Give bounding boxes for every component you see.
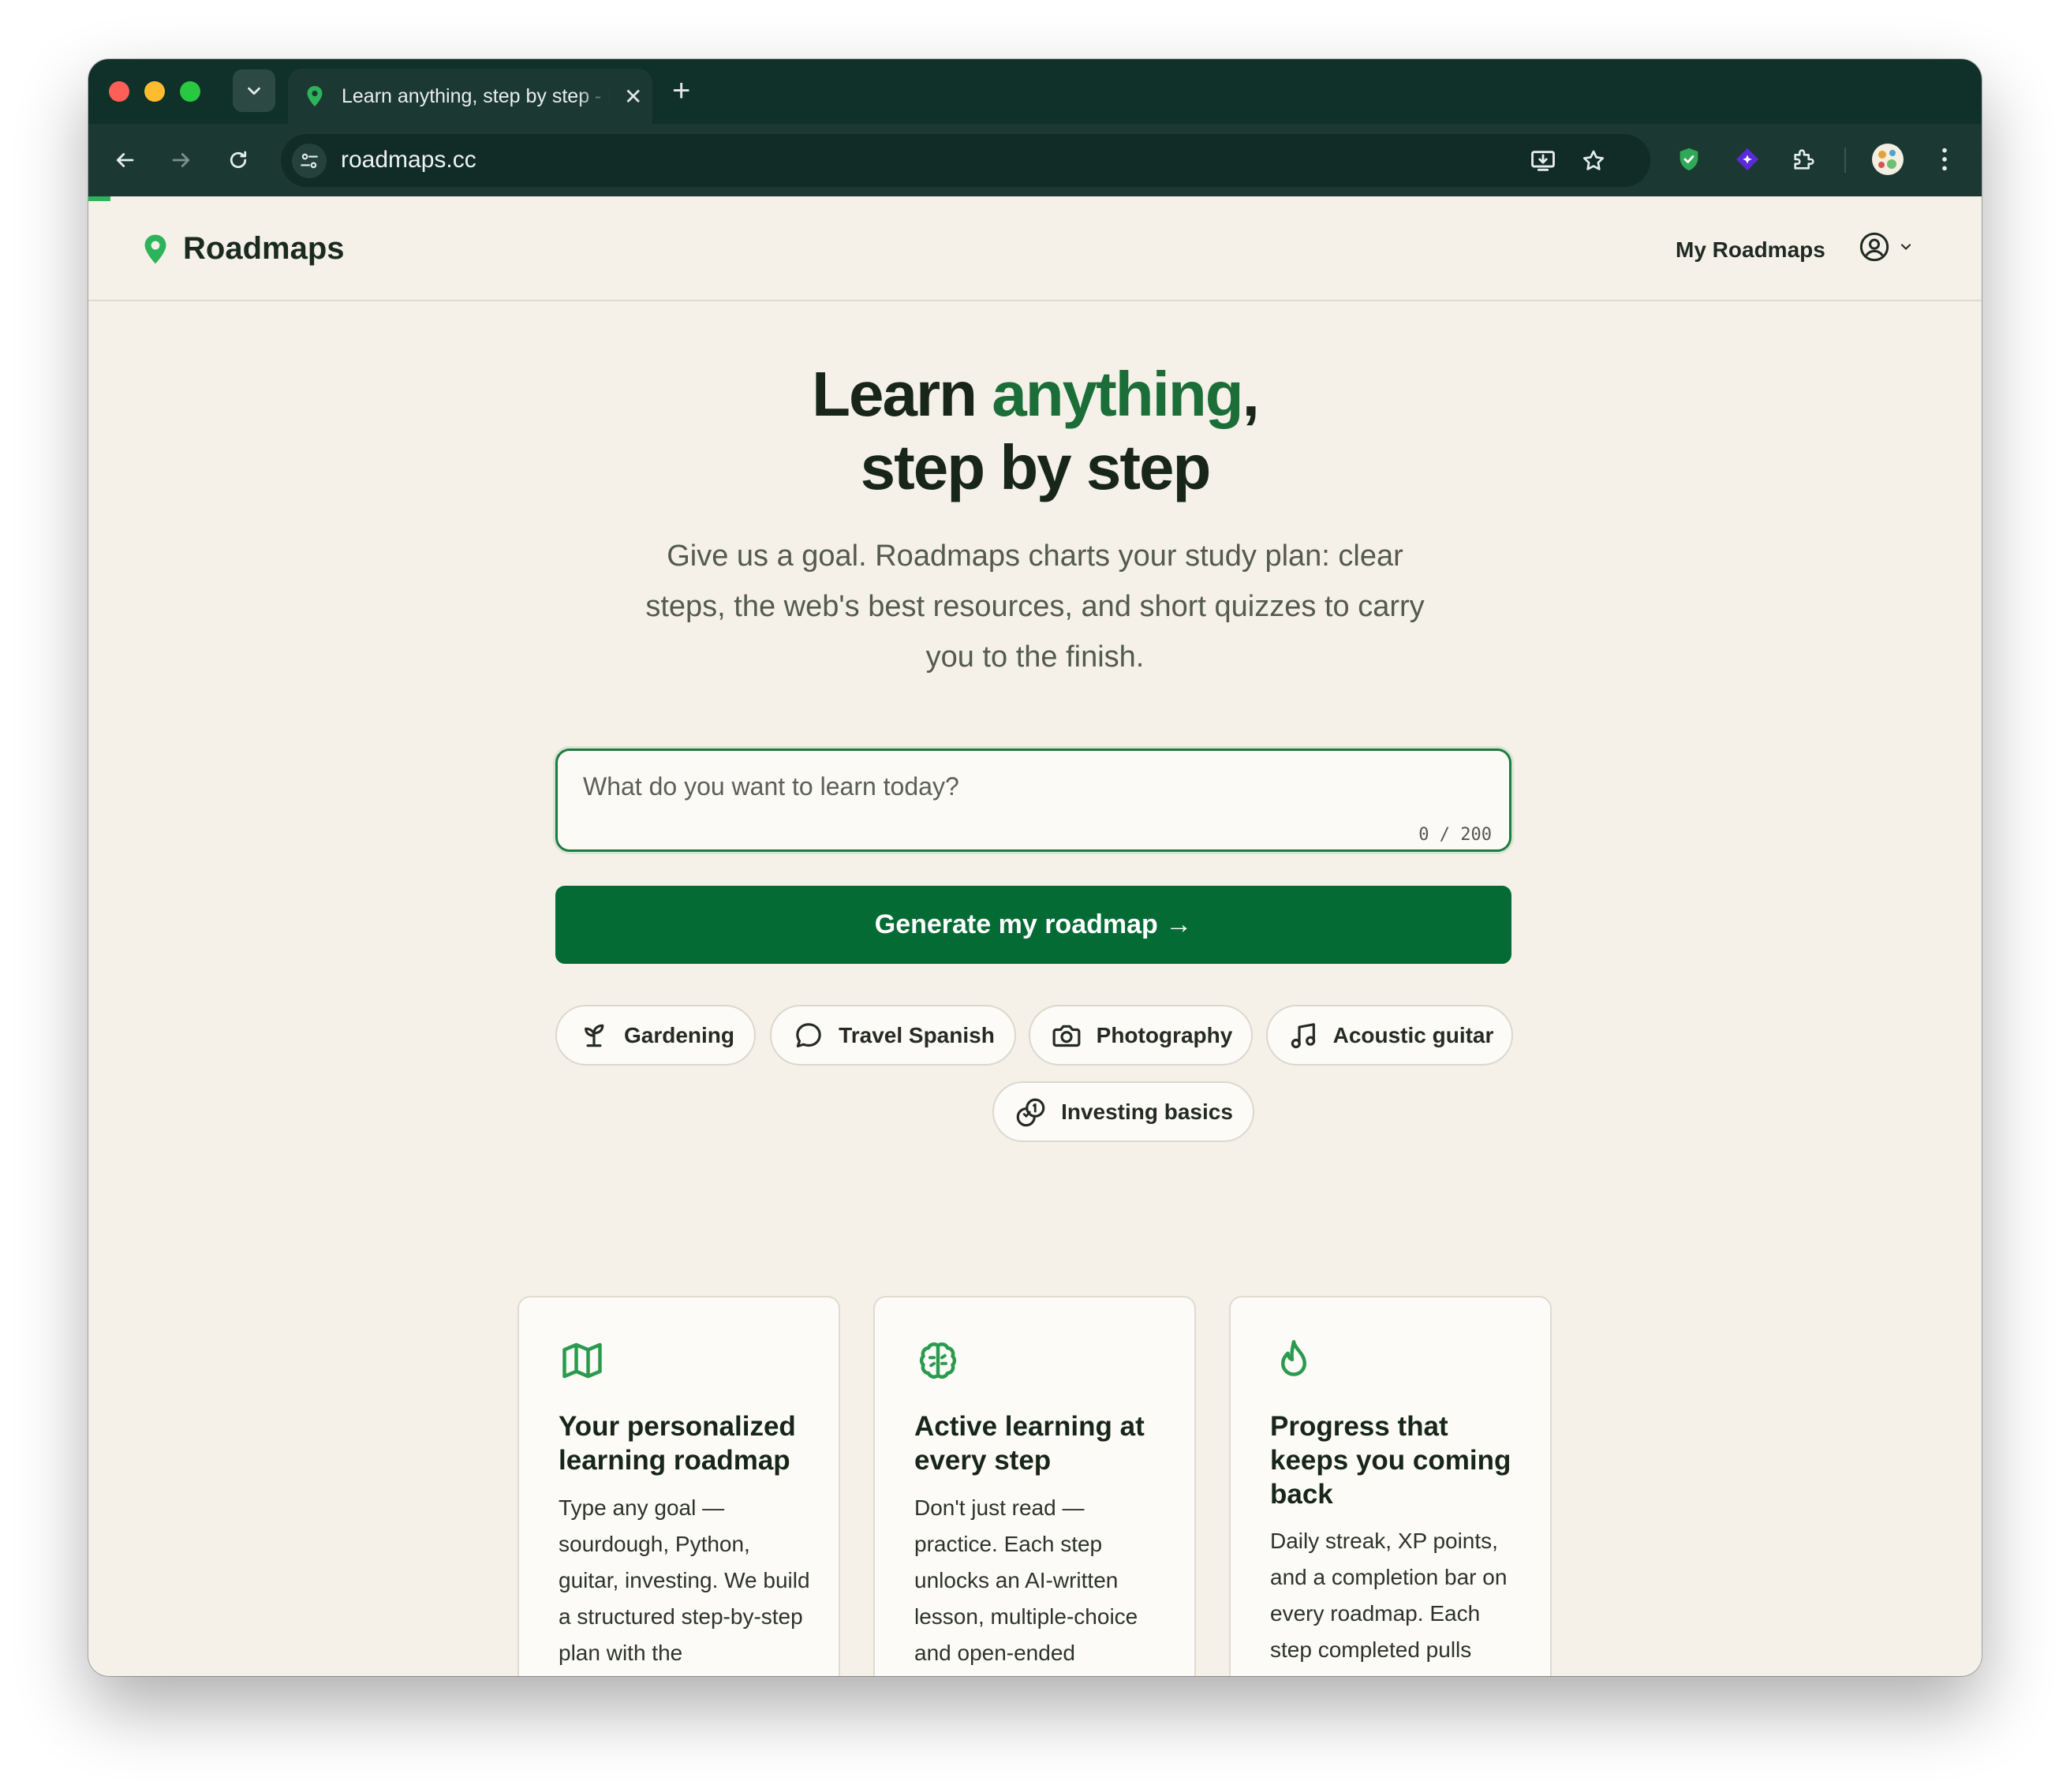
sprout-icon — [577, 1018, 611, 1053]
user-circle-icon — [1859, 232, 1889, 262]
install-app-icon[interactable] — [1529, 147, 1557, 175]
browser-menu-icon[interactable] — [1926, 141, 1963, 177]
reload-button[interactable] — [219, 141, 257, 179]
speech-bubble-icon — [791, 1018, 826, 1053]
suggestion-chip-investing-basics[interactable]: Investing basics — [992, 1081, 1254, 1142]
suggestion-label: Travel Spanish — [839, 1022, 995, 1047]
site-info-icon[interactable] — [292, 144, 327, 178]
camera-icon — [1049, 1018, 1084, 1053]
coins-icon — [1014, 1095, 1048, 1129]
flame-icon — [1270, 1337, 1317, 1384]
map-icon — [559, 1337, 606, 1384]
tab-search-button[interactable] — [233, 69, 275, 112]
suggestion-chip-photography[interactable]: Photography — [1029, 1005, 1253, 1066]
suggestion-label: Gardening — [623, 1022, 734, 1047]
roadmaps-favicon-icon — [305, 85, 327, 107]
brand-logo-link[interactable]: Roadmaps — [142, 231, 345, 267]
music-note-icon — [1286, 1018, 1321, 1053]
maximize-window-button[interactable] — [180, 81, 200, 102]
back-button[interactable] — [106, 141, 144, 179]
goal-input[interactable] — [581, 771, 1452, 802]
brand-name: Roadmaps — [183, 231, 345, 266]
profile-avatar-icon[interactable] — [1870, 141, 1906, 177]
extensions-puzzle-icon[interactable] — [1786, 141, 1822, 177]
character-counter: 0 / 200 — [1418, 825, 1492, 845]
suggestion-chip-travel-spanish[interactable]: Travel Spanish — [770, 1005, 1016, 1066]
hero-title: Learn anything, step by step — [88, 357, 1982, 504]
forward-button[interactable] — [163, 141, 200, 179]
map-pin-logo-icon — [144, 234, 166, 263]
feature-title: Active learning at every step — [914, 1411, 1145, 1476]
brain-icon — [914, 1337, 962, 1384]
browser-tab-active[interactable]: Learn anything, step by step - Roadmaps … — [288, 69, 652, 124]
hero-subtitle: Give us a goal. Roadmaps charts your stu… — [645, 539, 1425, 674]
suggestion-chip-gardening[interactable]: Gardening — [555, 1005, 756, 1066]
hero-title-part2: , — [1242, 359, 1260, 429]
chevron-down-icon — [248, 87, 260, 95]
suggestion-label: Photography — [1096, 1022, 1233, 1047]
feature-body: Type any goal — sourdough, Python, guita… — [559, 1495, 810, 1665]
suggestion-label: Investing basics — [1061, 1099, 1233, 1124]
minimize-window-button[interactable] — [144, 81, 165, 102]
close-window-button[interactable] — [109, 81, 129, 102]
suggestion-label: Acoustic guitar — [1332, 1022, 1494, 1047]
browser-window: Learn anything, step by step - Roadmaps … — [88, 59, 1982, 1676]
arrow-left-icon — [116, 153, 134, 167]
browser-toolbar: roadmaps.cc — [88, 124, 1982, 196]
tab-title: Learn anything, step by step - Roadmaps — [342, 84, 610, 107]
generate-roadmap-button[interactable]: Generate my roadmap → — [555, 886, 1511, 964]
account-menu-button[interactable] — [1859, 231, 1914, 263]
reload-icon — [230, 151, 247, 169]
bookmark-star-icon[interactable] — [1579, 147, 1608, 175]
url-text: roadmaps.cc — [341, 147, 476, 173]
goal-input-box[interactable]: 0 / 200 — [555, 749, 1511, 852]
address-bar[interactable]: roadmaps.cc — [281, 134, 1650, 187]
new-tab-button[interactable]: + — [672, 73, 690, 108]
toolbar-divider — [1844, 147, 1846, 173]
feature-body: Don't just read — practice. Each step un… — [914, 1495, 1138, 1665]
feature-title: Your personalized learning roadmap — [559, 1411, 796, 1476]
feature-title: Progress that keeps you coming back — [1270, 1411, 1511, 1510]
suggestion-chip-acoustic-guitar[interactable]: Acoustic guitar — [1266, 1005, 1513, 1066]
site-header: Roadmaps My Roadmaps — [88, 196, 1982, 301]
chevron-down-icon — [1900, 244, 1911, 250]
hero-title-part1: Learn — [812, 359, 992, 429]
shield-extension-icon[interactable] — [1671, 141, 1707, 177]
feature-card-roadmap: Your personalized learning roadmap Type … — [518, 1296, 840, 1676]
hero-title-line2: step by step — [860, 432, 1212, 502]
hero-title-accent: anything — [992, 359, 1243, 429]
arrow-right-icon — [172, 153, 190, 167]
close-tab-icon[interactable]: ✕ — [624, 84, 642, 110]
feature-card-progress: Progress that keeps you coming back Dail… — [1229, 1296, 1552, 1676]
feature-card-active-learning: Active learning at every step Don't just… — [873, 1296, 1196, 1676]
my-roadmaps-link[interactable]: My Roadmaps — [1676, 237, 1825, 263]
feature-body: Daily streak, XP points, and a completio… — [1270, 1529, 1508, 1662]
purple-extension-icon[interactable] — [1729, 141, 1765, 177]
tab-strip: Learn anything, step by step - Roadmaps … — [88, 59, 1982, 124]
